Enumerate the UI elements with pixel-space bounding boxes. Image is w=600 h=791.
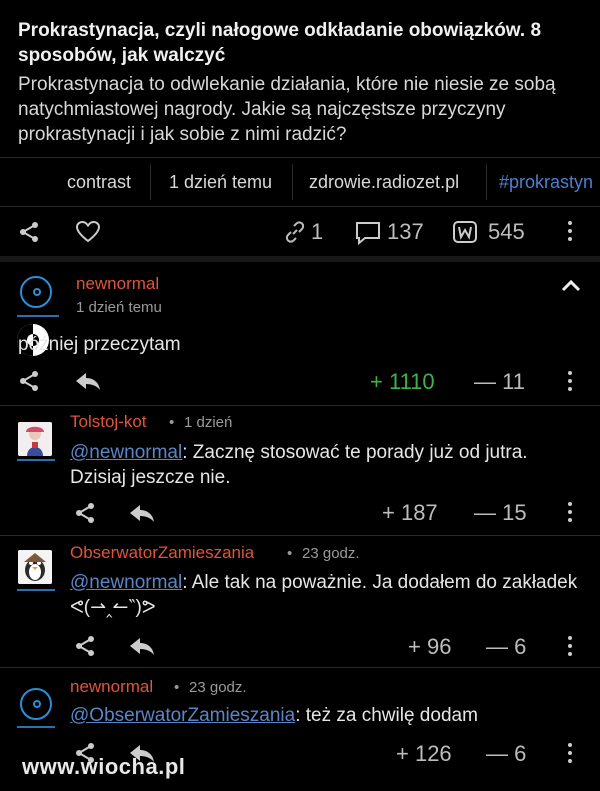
votes-count: 545 bbox=[488, 219, 525, 244]
section-divider bbox=[0, 256, 600, 262]
vote-icon[interactable] bbox=[453, 221, 477, 243]
avatar[interactable] bbox=[20, 688, 52, 720]
comment-text: @ObserwatorZamieszania: też za chwilę do… bbox=[70, 705, 478, 726]
divider bbox=[0, 206, 600, 207]
downvote-button[interactable]: — 6 bbox=[486, 634, 526, 660]
downvote-button[interactable]: — 6 bbox=[486, 741, 526, 767]
divider bbox=[0, 535, 600, 536]
upvote-button[interactable]: + 187 bbox=[382, 500, 438, 526]
reply-icon[interactable] bbox=[128, 503, 156, 523]
share-icon[interactable] bbox=[74, 501, 96, 525]
avatar[interactable] bbox=[18, 422, 52, 456]
share-icon[interactable] bbox=[18, 369, 40, 393]
avatar[interactable] bbox=[18, 550, 52, 584]
comment-time-dot: • bbox=[287, 545, 293, 562]
heart-icon[interactable] bbox=[75, 220, 101, 244]
collapse-chevron-icon[interactable] bbox=[560, 279, 582, 293]
article-meta-row: contrast 1 dzień temu zdrowie.radiozet.p… bbox=[0, 158, 600, 356]
links-count: 1 bbox=[311, 219, 324, 244]
comment-time: 23 godz. bbox=[302, 545, 360, 562]
reply-icon[interactable] bbox=[74, 371, 102, 391]
upvote-button[interactable]: + 96 bbox=[408, 634, 451, 660]
more-icon[interactable] bbox=[568, 636, 572, 660]
comment-username[interactable]: newnormal bbox=[76, 274, 159, 294]
watermark: www.wiocha.pl bbox=[22, 754, 186, 779]
link-icon bbox=[285, 221, 305, 243]
comments-count[interactable]: 137 bbox=[387, 219, 424, 245]
comment-time: 1 dzień bbox=[184, 414, 233, 431]
more-icon[interactable] bbox=[568, 502, 572, 526]
avatar-underline bbox=[17, 726, 55, 728]
comment-time-dot: • bbox=[174, 679, 180, 696]
comment-time: 23 godz. bbox=[189, 679, 247, 696]
upvote-button[interactable]: + 126 bbox=[396, 741, 452, 767]
avatar[interactable] bbox=[20, 276, 52, 308]
avatar-underline bbox=[17, 315, 59, 317]
mention-link[interactable]: @newnormal bbox=[70, 442, 182, 463]
article-title[interactable]: Prokrastynacja, czyli nałogowe odkładani… bbox=[18, 18, 583, 68]
source-domain[interactable]: zdrowie.radiozet.pl bbox=[309, 158, 459, 206]
tag-link[interactable]: #prokrastyn bbox=[499, 158, 593, 206]
comment-username[interactable]: ObserwatorZamieszania bbox=[70, 543, 254, 563]
reply-icon[interactable] bbox=[128, 636, 156, 656]
more-icon[interactable] bbox=[568, 743, 572, 767]
comment-text: później przeczytam bbox=[18, 334, 181, 355]
author-name[interactable]: contrast bbox=[67, 158, 131, 206]
divider bbox=[0, 667, 600, 668]
article-description[interactable]: Prokrastynacja to odwlekanie działania, … bbox=[18, 72, 583, 147]
share-icon[interactable] bbox=[18, 220, 40, 244]
comment-icon[interactable] bbox=[355, 221, 381, 245]
comment-username[interactable]: Tolstoj-kot bbox=[70, 412, 147, 432]
downvote-button[interactable]: — 11 bbox=[474, 369, 525, 395]
article-time: 1 dzień temu bbox=[169, 172, 273, 192]
divider bbox=[0, 405, 600, 406]
comment-text: @newnormal: Ale tak na poważnie. Ja doda… bbox=[70, 572, 578, 618]
avatar-underline bbox=[17, 459, 55, 461]
comment-username[interactable]: newnormal bbox=[70, 677, 153, 697]
comment-time: 1 dzień temu bbox=[76, 299, 162, 316]
upvote-button[interactable]: + 1110 bbox=[370, 369, 435, 395]
comment-time-dot: • bbox=[169, 414, 175, 431]
avatar-underline bbox=[17, 589, 55, 591]
mention-link[interactable]: @ObserwatorZamieszania bbox=[70, 705, 295, 726]
comment-text: @newnormal: Zacznę stosować te porady ju… bbox=[70, 442, 528, 488]
mention-link[interactable]: @newnormal bbox=[70, 572, 182, 593]
more-icon[interactable] bbox=[568, 371, 572, 395]
more-icon[interactable] bbox=[568, 221, 572, 245]
share-icon[interactable] bbox=[74, 634, 96, 658]
downvote-button[interactable]: — 15 bbox=[474, 500, 527, 526]
